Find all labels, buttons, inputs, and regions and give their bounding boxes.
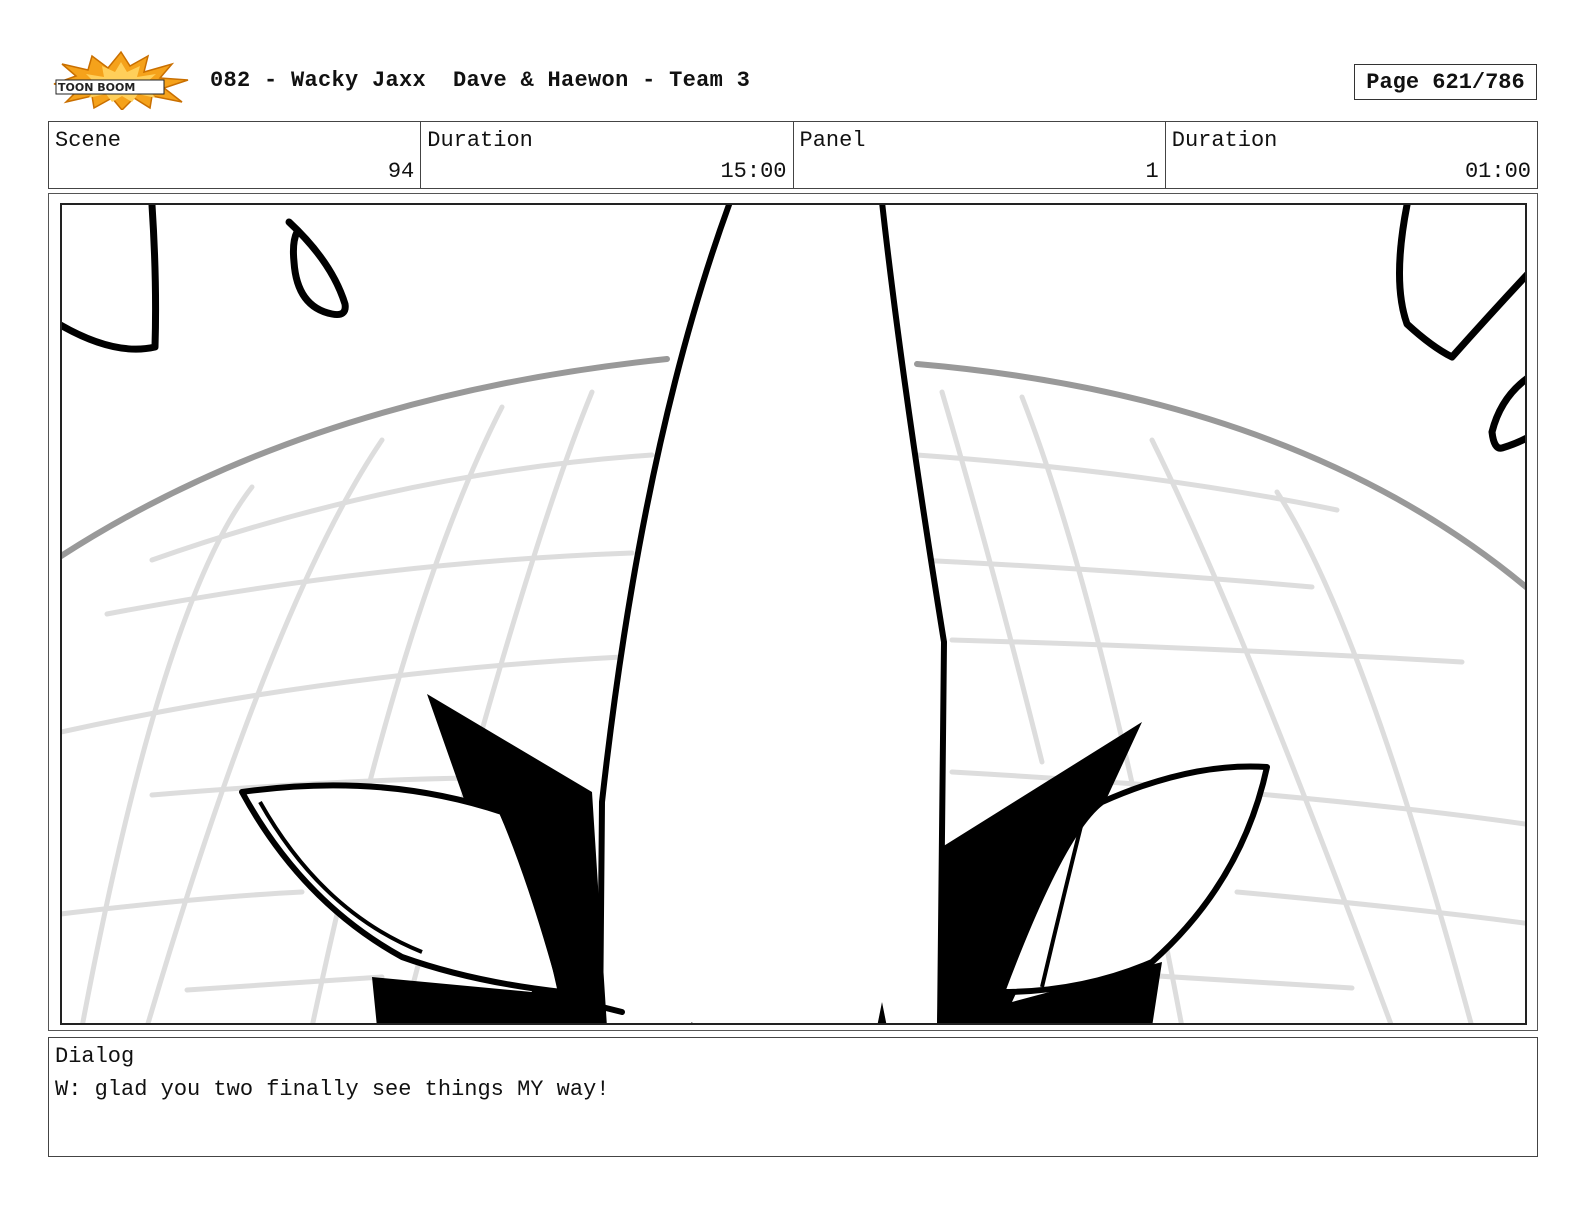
panel-value: 1 — [1145, 159, 1159, 184]
center-leg — [597, 205, 948, 1023]
storyboard-title: 082 - Wacky Jaxx Dave & Haewon - Team 3 — [210, 68, 751, 93]
scene-duration-label: Duration — [427, 128, 533, 153]
storyboard-panel-drawing — [60, 203, 1527, 1025]
panel-duration-value: 01:00 — [1464, 159, 1531, 184]
page-indicator: Page 621/786 — [1354, 64, 1537, 100]
svg-text:TOON BOOM: TOON BOOM — [58, 81, 135, 94]
panel-label: Panel — [799, 128, 866, 153]
panel-duration-cell: Duration 01:00 — [1166, 122, 1537, 188]
dialog-label: Dialog — [55, 1044, 135, 1069]
top-right-hand — [1396, 205, 1525, 452]
scene-cell: Scene 94 — [49, 122, 422, 188]
panel-sketch-illustration — [62, 205, 1525, 1023]
dialog-text: W: glad you two finally see things MY wa… — [55, 1077, 610, 1102]
scene-duration-value: 15:00 — [720, 159, 787, 184]
scene-value: 94 — [387, 159, 415, 184]
panel-info-row: Scene 94 Duration 15:00 Panel 1 Duration… — [48, 121, 1538, 189]
top-left-hand — [62, 205, 349, 353]
scene-duration-cell: Duration 15:00 — [421, 122, 794, 188]
panel-cell: Panel 1 — [794, 122, 1166, 188]
panel-duration-label: Duration — [1171, 128, 1278, 153]
toonboom-logo-icon: TOON BOOM — [53, 50, 189, 112]
dialog-box: Dialog W: glad you two finally see thing… — [48, 1037, 1538, 1157]
toonboom-logo: TOON BOOM — [52, 50, 190, 112]
scene-label: Scene — [55, 128, 122, 153]
header: TOON BOOM 082 - Wacky Jaxx Dave & Haewon… — [0, 0, 1582, 120]
